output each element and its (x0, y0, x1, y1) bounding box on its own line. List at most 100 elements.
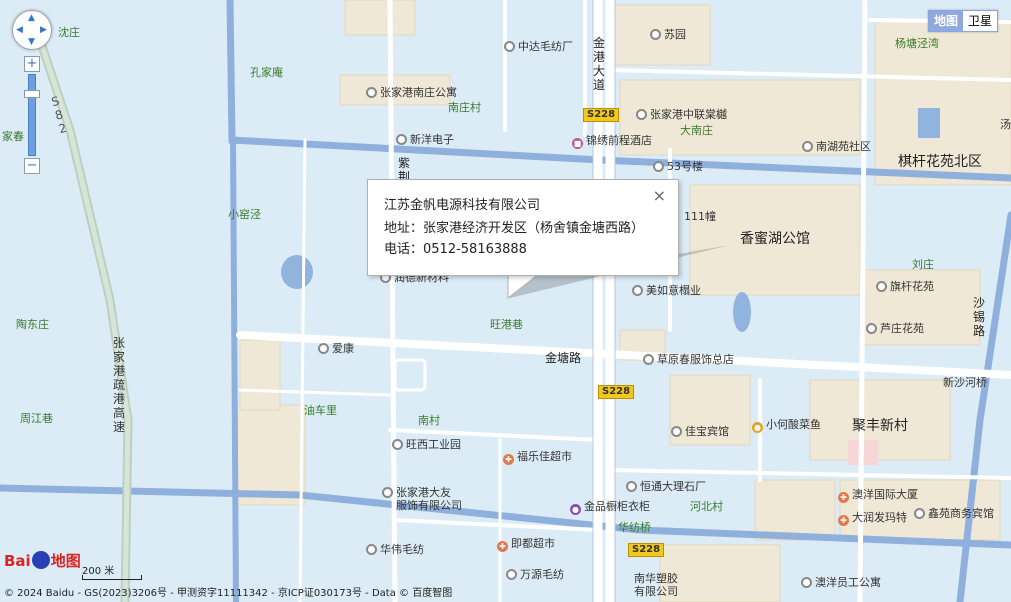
arrow-left-icon[interactable]: ◀ (16, 26, 23, 35)
place-label: 大南庄 (680, 124, 713, 137)
route-shield: S228 (628, 543, 665, 557)
restaurant-icon: ● (752, 422, 763, 433)
poi-dot-icon (392, 439, 403, 450)
place-label: 陶东庄 (16, 318, 49, 331)
poi-dot-icon (366, 544, 377, 555)
district-label: 棋杆花苑北区 (898, 154, 982, 170)
poi-dot-icon (802, 141, 813, 152)
block (344, 0, 416, 36)
copyright-footer: © 2024 Baidu - GS(2023)3206号 - 甲测资字11111… (4, 588, 453, 599)
road-label-highway: 张家港疏港高速 (112, 336, 125, 434)
poi-dot-icon (643, 354, 654, 365)
popup-phone: 电话：0512-58163888 (384, 242, 527, 257)
road-label-shaxi: 沙锡路 (972, 296, 985, 338)
place-label: 南村 (418, 414, 440, 427)
poi[interactable]: 张家港大友 服饰有限公司 (382, 486, 462, 512)
poi-dot-icon (650, 29, 661, 40)
road-label-jintang: 金塘路 (545, 351, 582, 365)
place-label: 河北村 (690, 500, 723, 513)
poi[interactable]: ■ 锦绣前程酒店 (572, 134, 652, 149)
route-shield: S228 (598, 385, 635, 399)
arrow-up-icon[interactable]: ▲ (28, 14, 35, 23)
poi-dot-icon (801, 577, 812, 588)
scale-bar (82, 575, 142, 580)
poi[interactable]: 芦庄花苑 (866, 322, 924, 335)
place-label: 油车里 (304, 404, 337, 417)
poi[interactable]: 华伟毛纺 (366, 543, 424, 556)
poi[interactable]: 草原春服饰总店 (643, 353, 734, 366)
zoom-slider-track[interactable] (28, 74, 36, 156)
popup-address: 地址：张家港经济开发区（杨舍镇金塘西路） (384, 221, 645, 236)
poi[interactable]: 爱康 (318, 342, 354, 355)
zoom-out-button[interactable]: − (24, 158, 40, 174)
map-type-map-button[interactable]: 地图 (929, 11, 964, 31)
poi[interactable]: 佳宝宾馆 (671, 425, 729, 438)
block (234, 404, 306, 506)
poi[interactable]: ✚ 澳洋国际大厦 (838, 488, 918, 503)
place-label: 小窑泾 (228, 208, 261, 221)
lake (281, 255, 313, 289)
poi-dot-icon (382, 487, 393, 498)
lake (733, 292, 751, 332)
poi-dot-icon (626, 481, 637, 492)
poi-dot-icon (653, 161, 664, 172)
road-label-jingang: 金港大道 (592, 36, 605, 92)
place-label: 刘庄 (912, 258, 934, 271)
poi[interactable]: 鑫苑商务宾馆 (914, 507, 994, 520)
place-label: 新沙河桥 (943, 376, 987, 389)
poi[interactable]: 中达毛纺厂 (504, 40, 573, 53)
place-label: 南庄村 (448, 101, 481, 114)
supermarket-icon: ✚ (497, 541, 508, 552)
district-label: 聚丰新村 (852, 418, 908, 434)
paw-icon (31, 551, 50, 569)
poi[interactable]: 张家港南庄公寓 (366, 86, 457, 99)
place-label: 旺港巷 (490, 318, 523, 331)
poi[interactable]: 恒通大理石厂 (626, 480, 706, 493)
baidu-logo[interactable]: Bai 地图 (4, 550, 81, 571)
arrow-right-icon[interactable]: ▶ (40, 26, 47, 35)
info-popup: 江苏金帆电源科技有限公司 地址：张家港经济开发区（杨舍镇金塘西路） 电话：051… (367, 179, 679, 276)
poi-dot-icon (318, 343, 329, 354)
building-icon: ✚ (838, 492, 849, 503)
block (239, 339, 281, 411)
poi-dot-icon (366, 87, 377, 98)
poi-dot-icon (914, 508, 925, 519)
place-label: 沈庄 (58, 26, 80, 39)
place-label: 华纺桥 (618, 521, 651, 534)
hotel-icon: ■ (572, 138, 583, 149)
poi[interactable]: ● 金品橱柜衣柜 (570, 500, 650, 515)
poi[interactable]: 张家港中联棠樾 (636, 108, 727, 121)
zoom-control: + − (24, 56, 40, 174)
pan-control[interactable]: ▲ ▼ ◀ ▶ (12, 10, 52, 50)
poi[interactable]: 万源毛纺 (506, 568, 564, 581)
place-label: 孔家庵 (250, 66, 283, 79)
poi[interactable]: 南华塑胶 有限公司 (634, 572, 678, 598)
poi[interactable]: ✚ 大润发玛特 (838, 511, 907, 526)
poi[interactable]: 新洋电子 (396, 133, 454, 146)
zoom-slider-handle[interactable] (24, 90, 40, 98)
poi[interactable]: 旗杆花苑 (876, 280, 934, 293)
poi[interactable]: 53号楼 (653, 160, 703, 173)
poi[interactable]: 旺西工业园 (392, 438, 461, 451)
poi[interactable]: 苏园 (650, 28, 686, 41)
lake (918, 108, 940, 138)
arrow-down-icon[interactable]: ▼ (28, 38, 35, 47)
popup-company: 江苏金帆电源科技有限公司 (384, 198, 541, 213)
place-label: 杨塘泾湾 (895, 37, 939, 50)
poi-dot-icon (876, 281, 887, 292)
poi[interactable]: ✚ 福乐佳超市 (503, 450, 572, 465)
poi[interactable]: 南湖苑社区 (802, 140, 871, 153)
poi[interactable]: 111幢 (684, 210, 716, 223)
place-label: 周江巷 (20, 412, 53, 425)
poi[interactable]: ✚ 即都超市 (497, 537, 555, 552)
supermarket-icon: ✚ (503, 454, 514, 465)
poi[interactable]: 澳洋员工公寓 (801, 576, 881, 589)
poi-dot-icon (671, 426, 682, 437)
poi-dot-icon (866, 323, 877, 334)
poi[interactable]: ● 小何酸菜鱼 (752, 418, 821, 433)
popup-close-button[interactable]: × (653, 186, 666, 205)
block (754, 479, 836, 541)
map-type-satellite-button[interactable]: 卫星 (963, 11, 998, 31)
zoom-in-button[interactable]: + (24, 56, 40, 72)
poi-dot-icon (504, 41, 515, 52)
